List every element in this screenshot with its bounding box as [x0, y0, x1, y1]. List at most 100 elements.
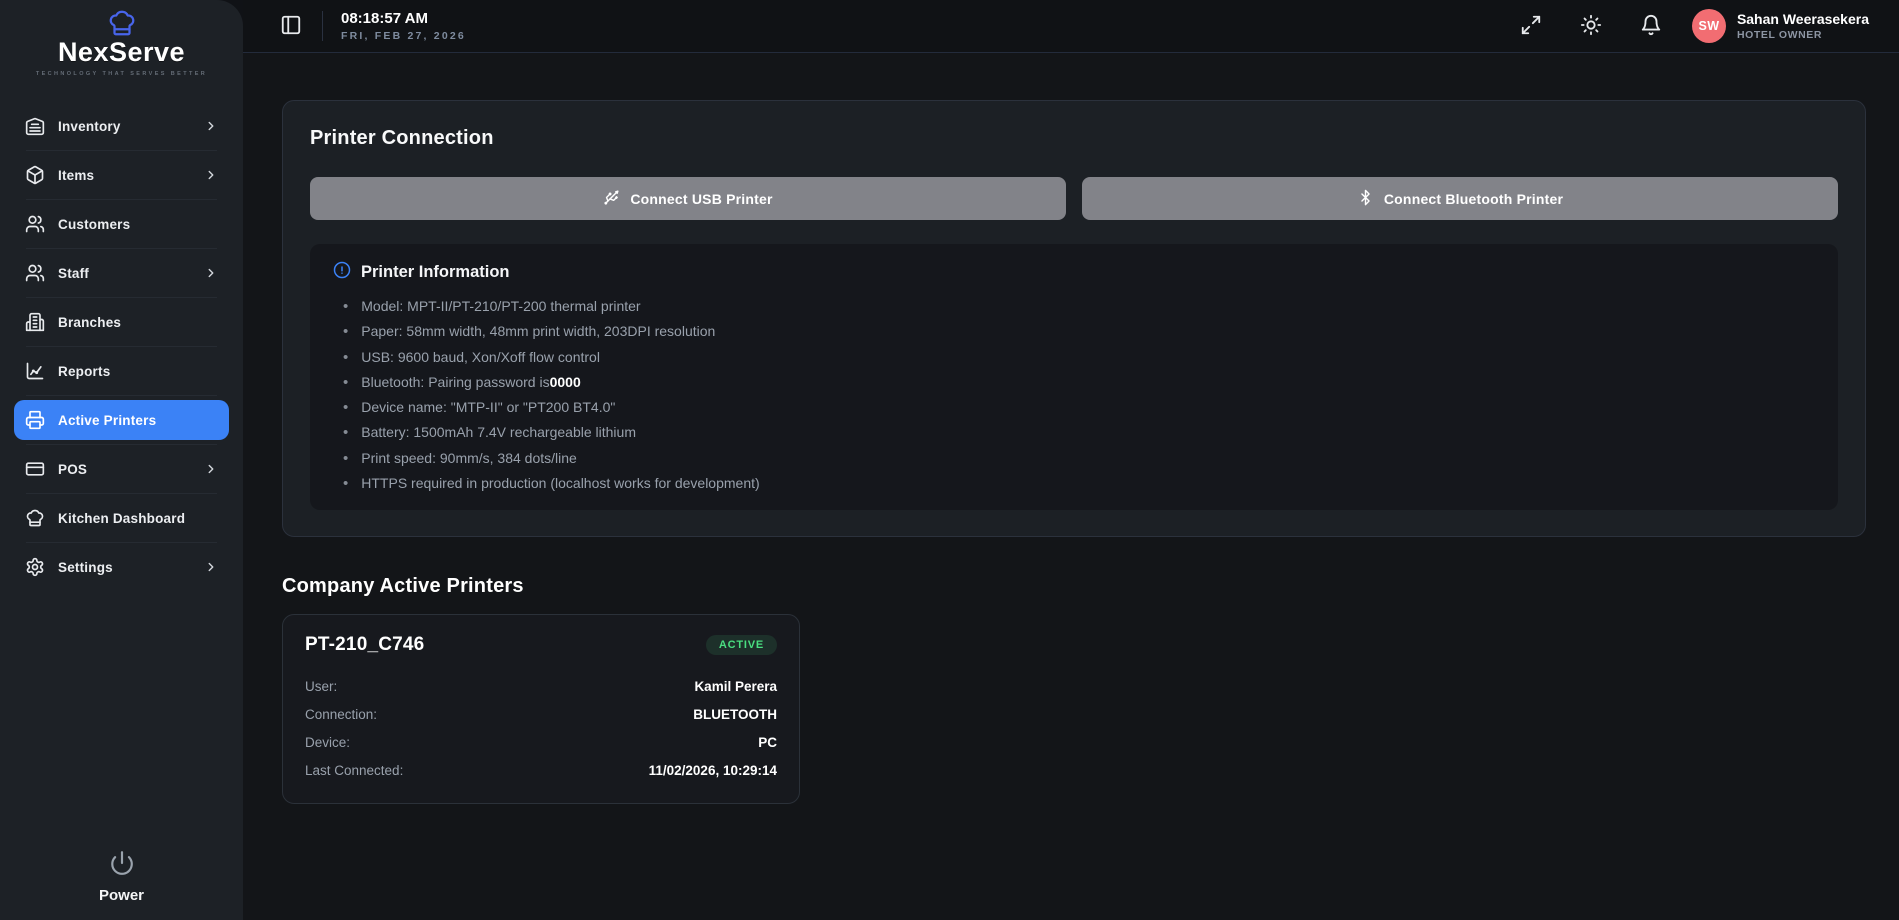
sidebar-item-customers[interactable]: Customers: [14, 204, 229, 244]
field-value: BLUETOOTH: [693, 707, 777, 722]
printer-field-row: Device: PC: [305, 728, 777, 756]
sidebar-item-label: Kitchen Dashboard: [58, 511, 204, 526]
menu-divider: [26, 542, 217, 543]
maximize-icon: [1520, 14, 1542, 39]
sidebar-item-label: POS: [58, 462, 204, 477]
bell-icon: [1640, 14, 1662, 39]
sidebar-item-active-printers[interactable]: Active Printers: [14, 400, 229, 440]
printer-field-row: Last Connected: 11/02/2026, 10:29:14: [305, 756, 777, 784]
printer-name: PT-210_C746: [305, 634, 424, 656]
printer-connection-card: Printer Connection Connect USB Printer: [282, 100, 1866, 537]
user-menu[interactable]: SW Sahan Weerasekera HOTEL OWNER: [1692, 9, 1869, 43]
chef-hat-icon: [25, 508, 45, 528]
field-value: 11/02/2026, 10:29:14: [649, 763, 777, 778]
brand-tagline: TECHNOLOGY THAT SERVES BETTER: [0, 71, 243, 77]
chevron-right-icon: [204, 119, 218, 133]
chevron-right-icon: [204, 462, 218, 476]
sidebar-item-label: Active Printers: [58, 413, 204, 428]
sidebar: NexServe TECHNOLOGY THAT SERVES BETTER I…: [0, 0, 243, 920]
printer-info-bullet: Print speed: 90mm/s, 384 dots/line: [333, 446, 1815, 471]
printer-info-bullet: USB: 9600 baud, Xon/Xoff flow control: [333, 345, 1815, 370]
sidebar-item-label: Branches: [58, 315, 204, 330]
field-label: Device:: [305, 735, 350, 750]
main-content: Printer Connection Connect USB Printer: [243, 53, 1899, 920]
chevron-right-icon: [204, 168, 218, 182]
connect-usb-label: Connect USB Printer: [630, 191, 772, 207]
sidebar-item-inventory[interactable]: Inventory: [14, 106, 229, 146]
printer-info-bullet: Device name: "MTP-II" or "PT200 BT4.0": [333, 395, 1815, 420]
theme-toggle-button[interactable]: [1578, 12, 1604, 41]
warehouse-icon: [25, 116, 45, 136]
info-circle-icon: [333, 261, 351, 284]
topbar-left: 08:18:57 AM FRI, FEB 27, 2026: [278, 10, 466, 42]
printer-field-row: User: Kamil Perera: [305, 672, 777, 700]
printer-info-bullet: Battery: 1500mAh 7.4V rechargeable lithi…: [333, 420, 1815, 445]
sidebar-item-label: Staff: [58, 266, 204, 281]
topbar: 08:18:57 AM FRI, FEB 27, 2026: [243, 0, 1899, 53]
printer-information-list: Model: MPT-II/PT-210/PT-200 thermal prin…: [333, 294, 1815, 496]
printer-information-header: Printer Information: [333, 261, 1815, 284]
printer-connection-title: Printer Connection: [310, 127, 1838, 150]
sidebar-item-label: Settings: [58, 560, 204, 575]
sidebar-item-settings[interactable]: Settings: [14, 547, 229, 587]
field-value: Kamil Perera: [694, 679, 777, 694]
printer-fields: User: Kamil Perera Connection: BLUETOOTH Dev…: [305, 672, 777, 784]
chevron-right-icon: [204, 266, 218, 280]
printer-info-bullet: HTTPS required in production (localhost …: [333, 471, 1815, 496]
field-label: Connection:: [305, 707, 377, 722]
usb-icon: [603, 189, 620, 209]
status-badge: ACTIVE: [706, 635, 777, 655]
topbar-divider: [322, 11, 323, 41]
topbar-right: SW Sahan Weerasekera HOTEL OWNER: [1518, 9, 1869, 43]
gear-icon: [25, 557, 45, 577]
field-label: Last Connected:: [305, 763, 403, 778]
users-icon: [25, 263, 45, 283]
sidebar-item-staff[interactable]: Staff: [14, 253, 229, 293]
connect-bluetooth-button[interactable]: Connect Bluetooth Printer: [1082, 177, 1838, 220]
sidebar-menu: Inventory Items Customers Staff Branches…: [0, 92, 243, 591]
avatar: SW: [1692, 9, 1726, 43]
active-printers-row: PT-210_C746 ACTIVE User: Kamil Perera Conn…: [282, 614, 1866, 804]
menu-divider: [26, 199, 217, 200]
connect-usb-button[interactable]: Connect USB Printer: [310, 177, 1066, 220]
bluetooth-icon: [1357, 189, 1374, 209]
printer-card: PT-210_C746 ACTIVE User: Kamil Perera Conn…: [282, 614, 800, 804]
printer-info-bullet: Model: MPT-II/PT-210/PT-200 thermal prin…: [333, 294, 1815, 319]
sidebar-toggle-button[interactable]: [278, 12, 304, 41]
connect-bluetooth-label: Connect Bluetooth Printer: [1384, 191, 1563, 207]
sidebar-item-branches[interactable]: Branches: [14, 302, 229, 342]
active-printers-title: Company Active Printers: [282, 575, 1866, 598]
chart-icon: [25, 361, 45, 381]
field-label: User:: [305, 679, 337, 694]
sidebar-item-items[interactable]: Items: [14, 155, 229, 195]
printer-icon: [25, 410, 45, 430]
sidebar-item-label: Reports: [58, 364, 204, 379]
printer-information-title: Printer Information: [361, 263, 510, 282]
power-button[interactable]: Power: [0, 850, 243, 904]
credit-card-icon: [25, 459, 45, 479]
printer-info-bullet: Bluetooth: Pairing password is 0000: [333, 370, 1815, 395]
brand-name: NexServe: [0, 37, 243, 68]
printer-field-row: Connection: BLUETOOTH: [305, 700, 777, 728]
user-role: HOTEL OWNER: [1737, 29, 1869, 41]
connect-buttons-row: Connect USB Printer Connect Bluetooth Pr…: [310, 177, 1838, 220]
sun-icon: [1580, 14, 1602, 39]
box-icon: [25, 165, 45, 185]
sidebar-item-kitchen-dashboard[interactable]: Kitchen Dashboard: [14, 498, 229, 538]
field-value: PC: [758, 735, 777, 750]
clock-date: FRI, FEB 27, 2026: [341, 30, 466, 42]
users-icon: [25, 214, 45, 234]
notifications-button[interactable]: [1638, 12, 1664, 41]
menu-divider: [26, 395, 217, 396]
printer-info-bullet: Paper: 58mm width, 48mm print width, 203…: [333, 319, 1815, 344]
right-column: 08:18:57 AM FRI, FEB 27, 2026: [243, 0, 1899, 920]
sidebar-item-pos[interactable]: POS: [14, 449, 229, 489]
menu-divider: [26, 297, 217, 298]
fullscreen-button[interactable]: [1518, 12, 1544, 41]
sidebar-item-reports[interactable]: Reports: [14, 351, 229, 391]
sidebar-item-label: Customers: [58, 217, 204, 232]
menu-divider: [26, 150, 217, 151]
printer-information-panel: Printer Information Model: MPT-II/PT-210…: [310, 244, 1838, 510]
clock: 08:18:57 AM FRI, FEB 27, 2026: [341, 10, 466, 42]
brand-logo: NexServe TECHNOLOGY THAT SERVES BETTER: [0, 0, 243, 92]
